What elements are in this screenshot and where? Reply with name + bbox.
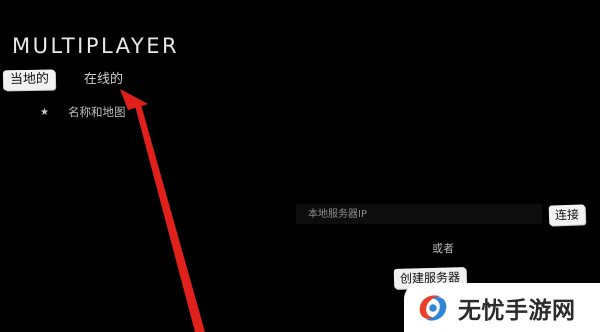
page-title: MULTIPLAYER [12,34,180,58]
multiplayer-screen: MULTIPLAYER 当地的 在线的 ★ 名称和地图 连接 或者 创建服务器 … [0,0,600,332]
arrow-shaft [134,101,205,332]
server-list-header-label: 名称和地图 [68,105,126,119]
watermark-text: 无忧手游网 [458,297,576,324]
server-ip-input[interactable] [296,204,542,224]
star-icon: ★ [40,106,49,118]
tab-online[interactable]: 在线的 [84,70,123,90]
watermark-badge: 无忧手游网 [404,283,600,332]
or-label: 或者 [432,242,454,255]
watermark-logo-icon [419,294,447,321]
server-list-header[interactable]: ★ 名称和地图 [40,104,126,120]
connect-button[interactable]: 连接 [548,204,586,226]
tab-local[interactable]: 当地的 [3,69,56,91]
